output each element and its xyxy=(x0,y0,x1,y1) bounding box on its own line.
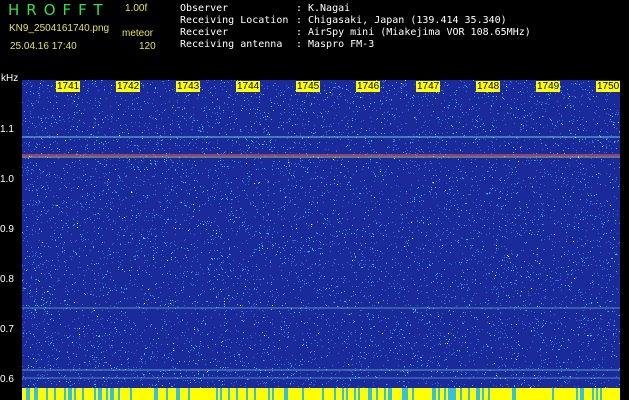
meta-value: AirSpy mini (Miakejima VOR 108.65MHz) xyxy=(308,27,531,38)
x-tick-label: 1747 xyxy=(416,81,441,92)
meta-value: Chigasaki, Japan (139.414 35.340) xyxy=(308,15,507,26)
version-label: 1.00f xyxy=(125,3,148,14)
y-tick-label: 1.0 xyxy=(0,174,14,185)
y-axis-unit: kHz xyxy=(1,73,19,84)
app-title: HROFFT xyxy=(8,1,110,19)
y-tick-label: 0.9 xyxy=(0,224,14,235)
y-tick-label: 1.1 xyxy=(0,124,14,135)
x-tick-label: 1748 xyxy=(476,81,501,92)
meta-value: Maspro FM-3 xyxy=(308,39,375,50)
spectrogram-plot xyxy=(22,80,620,400)
count-label: 120 xyxy=(139,41,156,52)
meta-key: Receiver xyxy=(180,27,229,38)
meta-colon: : xyxy=(296,39,303,50)
meta-row-receiver: Receiver: AirSpy mini (Miakejima VOR 108.… xyxy=(180,27,531,39)
spectrogram-canvas xyxy=(22,80,620,400)
x-tick-label: 1743 xyxy=(176,81,201,92)
bottom-signal-band xyxy=(22,388,620,400)
station-metadata: Observer: K.Nagai Receiving Location: Chig… xyxy=(180,3,531,51)
y-tick-label: 0.8 xyxy=(0,274,14,285)
timestamp-label: 25.04.16 17:40 xyxy=(10,41,77,52)
mode-label: meteor xyxy=(122,28,154,39)
x-tick-label: 1750 xyxy=(596,81,621,92)
meta-colon: : xyxy=(296,3,303,14)
meta-key: Observer xyxy=(180,3,229,14)
y-tick-label: 0.6 xyxy=(0,374,14,385)
x-tick-label: 1741 xyxy=(56,81,81,92)
meta-row-observer: Observer: K.Nagai xyxy=(180,3,531,15)
meta-key: Receiving antenna xyxy=(180,39,283,50)
header: HROFFT 1.00f KN9_2504161740.png meteor 2… xyxy=(0,0,629,76)
meta-row-antenna: Receiving antenna: Maspro FM-3 xyxy=(180,39,531,51)
meta-value: K.Nagai xyxy=(308,3,351,14)
filename-label: KN9_2504161740.png xyxy=(9,23,110,34)
x-tick-label: 1746 xyxy=(356,81,381,92)
x-tick-label: 1745 xyxy=(296,81,321,92)
meta-key: Receiving Location xyxy=(180,15,289,26)
meta-row-location: Receiving Location: Chigasaki, Japan (139… xyxy=(180,15,531,27)
spectrogram-background xyxy=(22,80,620,400)
x-tick-label: 1742 xyxy=(116,81,141,92)
y-tick-label: 0.7 xyxy=(0,324,14,335)
x-tick-label: 1744 xyxy=(236,81,261,92)
meta-colon: : xyxy=(296,15,303,26)
x-tick-label: 1749 xyxy=(536,81,561,92)
meta-colon: : xyxy=(296,27,303,38)
